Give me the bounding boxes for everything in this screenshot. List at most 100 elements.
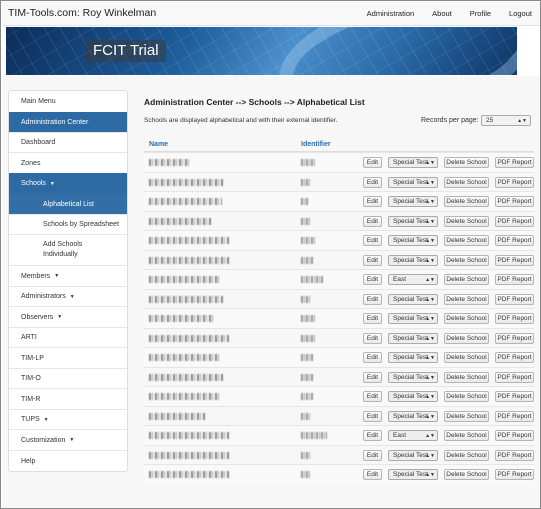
column-header-name[interactable]: Name bbox=[149, 141, 168, 148]
sidebar-item-arti[interactable]: ARTI bbox=[9, 327, 127, 347]
sidebar-item-schools[interactable]: Schools ▼ bbox=[9, 173, 127, 193]
delete-school-button[interactable]: Delete School bbox=[444, 176, 489, 188]
delete-school-button[interactable]: Delete School bbox=[444, 449, 489, 461]
pdf-report-button[interactable]: PDF Report bbox=[495, 254, 534, 266]
pdf-report-button[interactable]: PDF Report bbox=[495, 215, 534, 227]
school-identifier-redacted bbox=[301, 451, 311, 459]
delete-school-button[interactable]: Delete School bbox=[444, 352, 489, 363]
edit-button[interactable]: Edit bbox=[363, 254, 382, 266]
delete-school-button[interactable]: Delete School bbox=[444, 254, 489, 266]
delete-school-button[interactable]: Delete School bbox=[444, 215, 489, 227]
nav-profile-link[interactable]: Profile bbox=[470, 9, 491, 18]
edit-button[interactable]: Edit bbox=[363, 235, 382, 246]
template-select[interactable]: Special Test ▲▼ bbox=[388, 410, 438, 422]
template-select[interactable]: Special Test ▲▼ bbox=[388, 352, 438, 363]
records-per-page-select[interactable]: 25 ▲▼ bbox=[481, 115, 531, 126]
edit-button[interactable]: Edit bbox=[363, 449, 382, 461]
brand-title[interactable]: TIM-Tools.com: Roy Winkelman bbox=[8, 7, 156, 19]
template-select[interactable]: Special Test ▲▼ bbox=[388, 157, 438, 168]
pdf-report-button[interactable]: PDF Report bbox=[495, 274, 534, 285]
template-select[interactable]: Special Test ▲▼ bbox=[388, 371, 438, 383]
template-select[interactable]: Special Test ▲▼ bbox=[388, 332, 438, 344]
delete-school-button[interactable]: Delete School bbox=[444, 293, 489, 305]
template-select-value: Special Test bbox=[393, 295, 428, 303]
template-select-value: East bbox=[393, 432, 407, 439]
table-row: Edit Special Test ▲▼ Delete School PDF Repor… bbox=[144, 308, 534, 328]
template-select[interactable]: Special Test ▲▼ bbox=[388, 176, 438, 188]
template-select[interactable]: Special Test ▲▼ bbox=[388, 235, 438, 246]
sidebar-item-tim-lp[interactable]: TIM-LP bbox=[9, 347, 127, 368]
edit-button[interactable]: Edit bbox=[363, 430, 382, 441]
delete-school-button[interactable]: Delete School bbox=[444, 274, 489, 285]
pdf-report-button[interactable]: PDF Report bbox=[495, 410, 534, 422]
template-select[interactable]: Special Test ▲▼ bbox=[388, 469, 438, 480]
edit-button[interactable]: Edit bbox=[363, 215, 382, 227]
sidebar-item-customization[interactable]: Customization ▼ bbox=[9, 429, 127, 450]
delete-school-button[interactable]: Delete School bbox=[444, 469, 489, 480]
pdf-report-button[interactable]: PDF Report bbox=[495, 176, 534, 188]
nav-administration-link[interactable]: Administration bbox=[367, 9, 415, 18]
template-select[interactable]: Special Test ▲▼ bbox=[388, 254, 438, 266]
sidebar-item-schools-by-spreadsheet[interactable]: Schools by Spreadsheet bbox=[9, 214, 127, 234]
template-select[interactable]: East ▲▼ bbox=[388, 274, 438, 285]
delete-school-button[interactable]: Delete School bbox=[444, 313, 489, 324]
column-header-identifier[interactable]: Identifier bbox=[301, 141, 331, 148]
template-select[interactable]: Special Test ▲▼ bbox=[388, 391, 438, 402]
edit-button[interactable]: Edit bbox=[363, 332, 382, 344]
sidebar-item-add-schools-individually[interactable]: Add Schools Individually bbox=[9, 234, 127, 265]
pdf-report-button[interactable]: PDF Report bbox=[495, 313, 534, 324]
delete-school-button[interactable]: Delete School bbox=[444, 410, 489, 422]
edit-button[interactable]: Edit bbox=[363, 410, 382, 422]
pdf-report-button[interactable]: PDF Report bbox=[495, 449, 534, 461]
nav-about-link[interactable]: About bbox=[432, 9, 452, 18]
template-select[interactable]: Special Test ▲▼ bbox=[388, 196, 438, 207]
edit-button[interactable]: Edit bbox=[363, 391, 382, 402]
template-select[interactable]: Special Test ▲▼ bbox=[388, 449, 438, 461]
sidebar-item-zones[interactable]: Zones bbox=[9, 152, 127, 173]
sidebar-item-members[interactable]: Members ▼ bbox=[9, 265, 127, 286]
pdf-report-button[interactable]: PDF Report bbox=[495, 157, 534, 168]
pdf-report-button[interactable]: PDF Report bbox=[495, 235, 534, 246]
sidebar-item-observers[interactable]: Observers ▼ bbox=[9, 306, 127, 327]
records-per-page-value: 25 bbox=[486, 117, 494, 124]
pdf-report-button[interactable]: PDF Report bbox=[495, 371, 534, 383]
edit-button[interactable]: Edit bbox=[363, 371, 382, 383]
pdf-report-button[interactable]: PDF Report bbox=[495, 293, 534, 305]
template-select[interactable]: Special Test ▲▼ bbox=[388, 293, 438, 305]
sidebar-item-administrators[interactable]: Administrators ▼ bbox=[9, 286, 127, 306]
select-arrows-icon: ▲▼ bbox=[425, 394, 435, 400]
delete-school-button[interactable]: Delete School bbox=[444, 391, 489, 402]
pdf-report-button[interactable]: PDF Report bbox=[495, 196, 534, 207]
edit-button[interactable]: Edit bbox=[363, 176, 382, 188]
edit-button[interactable]: Edit bbox=[363, 274, 382, 285]
edit-button[interactable]: Edit bbox=[363, 196, 382, 207]
sidebar-item-dashboard[interactable]: Dashboard bbox=[9, 132, 127, 152]
sidebar-item-tups[interactable]: TUPS ▼ bbox=[9, 409, 127, 429]
pdf-report-button[interactable]: PDF Report bbox=[495, 332, 534, 344]
pdf-report-button[interactable]: PDF Report bbox=[495, 391, 534, 402]
pdf-report-button[interactable]: PDF Report bbox=[495, 469, 534, 480]
sidebar-item-administration-center[interactable]: Administration Center bbox=[9, 112, 127, 132]
edit-button[interactable]: Edit bbox=[363, 352, 382, 363]
edit-button[interactable]: Edit bbox=[363, 313, 382, 324]
delete-school-button[interactable]: Delete School bbox=[444, 371, 489, 383]
pdf-report-button[interactable]: PDF Report bbox=[495, 352, 534, 363]
template-select[interactable]: East ▲▼ bbox=[388, 430, 438, 441]
sidebar-item-help[interactable]: Help bbox=[9, 450, 127, 472]
sidebar-item-tim-r[interactable]: TIM-R bbox=[9, 388, 127, 409]
template-select-value: Special Test bbox=[393, 217, 428, 225]
delete-school-button[interactable]: Delete School bbox=[444, 157, 489, 168]
sidebar-item-alphabetical-list[interactable]: Alphabetical List bbox=[9, 193, 127, 214]
template-select[interactable]: Special Test ▲▼ bbox=[388, 313, 438, 324]
delete-school-button[interactable]: Delete School bbox=[444, 196, 489, 207]
edit-button[interactable]: Edit bbox=[363, 293, 382, 305]
pdf-report-button[interactable]: PDF Report bbox=[495, 430, 534, 441]
delete-school-button[interactable]: Delete School bbox=[444, 235, 489, 246]
edit-button[interactable]: Edit bbox=[363, 469, 382, 480]
nav-logout-link[interactable]: Logout bbox=[509, 9, 532, 18]
edit-button[interactable]: Edit bbox=[363, 157, 382, 168]
sidebar-item-tim-o[interactable]: TIM-O bbox=[9, 368, 127, 388]
delete-school-button[interactable]: Delete School bbox=[444, 332, 489, 344]
template-select[interactable]: Special Test ▲▼ bbox=[388, 215, 438, 227]
delete-school-button[interactable]: Delete School bbox=[444, 430, 489, 441]
